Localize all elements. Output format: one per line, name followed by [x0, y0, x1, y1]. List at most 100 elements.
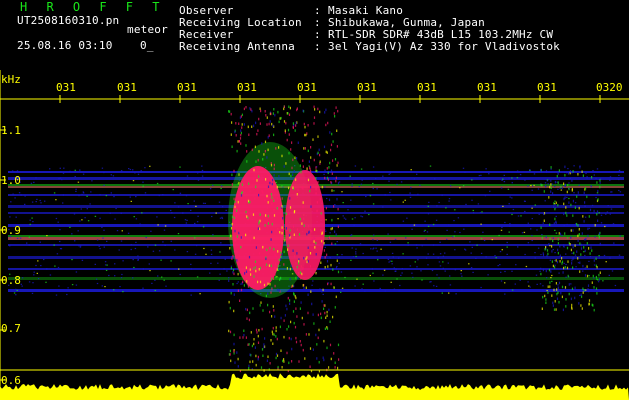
echo-speck — [255, 160, 257, 163]
echo-speck — [559, 245, 561, 248]
noise-speck — [416, 247, 418, 249]
noise-speck — [472, 209, 474, 212]
echo-speck — [595, 275, 597, 279]
echo-speck — [280, 316, 282, 320]
noise-speck — [372, 182, 374, 185]
echo-speck — [323, 339, 325, 343]
echo-speck — [291, 166, 293, 170]
noise-speck — [582, 270, 584, 272]
noise-speck — [30, 182, 33, 184]
echo-speck — [289, 206, 292, 209]
echo-speck — [332, 315, 334, 319]
echo-speck — [570, 297, 572, 301]
echo-speck — [304, 125, 306, 129]
echo-speck — [323, 145, 326, 149]
echo-speck — [320, 316, 322, 320]
echo-speck — [303, 323, 305, 326]
echo-speck — [329, 131, 331, 134]
noise-speck — [129, 168, 132, 171]
noise-speck — [365, 195, 367, 198]
echo-speck — [586, 265, 588, 268]
echo-speck — [286, 307, 288, 311]
noise-speck — [391, 263, 393, 265]
echo-speck — [544, 248, 546, 251]
noise-speck — [75, 284, 78, 286]
noise-speck — [110, 192, 112, 194]
echo-speck — [267, 148, 269, 152]
noise-speck — [372, 166, 375, 168]
noise-speck — [395, 268, 397, 270]
echo-speck — [561, 262, 563, 265]
echo-speck — [278, 146, 280, 149]
noise-speck — [203, 247, 205, 250]
echo-speck — [267, 196, 269, 199]
echo-speck — [247, 216, 249, 220]
echo-speck — [300, 170, 302, 174]
echo-speck — [309, 189, 311, 193]
noise-speck — [149, 270, 151, 272]
echo-speck — [577, 234, 579, 238]
echo-speck — [314, 228, 316, 231]
noise-speck — [400, 181, 403, 183]
echo-speck — [264, 198, 266, 202]
echo-speck — [260, 227, 262, 230]
meteor-echo — [228, 105, 340, 373]
echo-speck — [542, 252, 544, 255]
noise-speck — [530, 228, 532, 230]
echo-speck — [292, 310, 295, 313]
echo-speck — [274, 315, 276, 318]
noise-speck — [509, 225, 511, 227]
echo-speck — [266, 248, 268, 252]
echo-speck — [271, 230, 273, 234]
echo-speck — [280, 349, 282, 352]
echo-speck — [599, 242, 601, 246]
echo-speck — [540, 168, 542, 172]
echo-speck — [555, 308, 557, 311]
echo-speck — [236, 235, 238, 238]
noise-speck — [512, 208, 515, 211]
noise-speck — [201, 165, 203, 167]
noise-speck — [63, 167, 65, 169]
echo-core — [285, 170, 325, 280]
echo-speck — [275, 356, 277, 360]
echo-speck — [572, 199, 574, 203]
echo-speck — [289, 299, 291, 302]
echo-speck — [258, 220, 260, 223]
echo-speck — [265, 178, 267, 181]
echo-speck — [334, 306, 336, 309]
echo-speck — [328, 308, 330, 312]
noise-speck — [120, 277, 123, 279]
noise-speck — [108, 274, 110, 277]
noise-speck — [605, 225, 608, 227]
noise-speck — [500, 187, 503, 189]
noise-speck — [101, 167, 104, 169]
echo-speck — [253, 177, 255, 180]
noise-speck — [491, 239, 493, 241]
noise-speck — [81, 219, 83, 221]
echo-speck — [328, 236, 331, 239]
echo-speck — [281, 253, 283, 256]
echo-speck — [557, 181, 559, 184]
echo-speck — [586, 195, 588, 199]
echo-speck — [563, 202, 565, 206]
noise-speck — [178, 268, 180, 270]
echo-speck — [545, 184, 547, 188]
noise-speck — [329, 257, 331, 259]
echo-speck — [279, 325, 281, 329]
noise-speck — [160, 259, 162, 261]
echo-speck — [326, 260, 329, 263]
echo-speck — [545, 235, 547, 239]
echo-speck — [294, 129, 296, 132]
noise-speck — [432, 244, 435, 246]
echo-speck — [587, 288, 589, 291]
noise-speck — [172, 189, 174, 191]
echo-speck — [548, 268, 551, 272]
echo-speck — [584, 274, 587, 277]
noise-speck — [218, 201, 221, 203]
noise-speck — [415, 224, 418, 226]
noise-speck — [21, 285, 23, 287]
echo-speck — [303, 217, 305, 220]
echo-speck — [580, 304, 582, 307]
noise-speck — [59, 240, 61, 243]
echo-speck — [598, 273, 600, 277]
